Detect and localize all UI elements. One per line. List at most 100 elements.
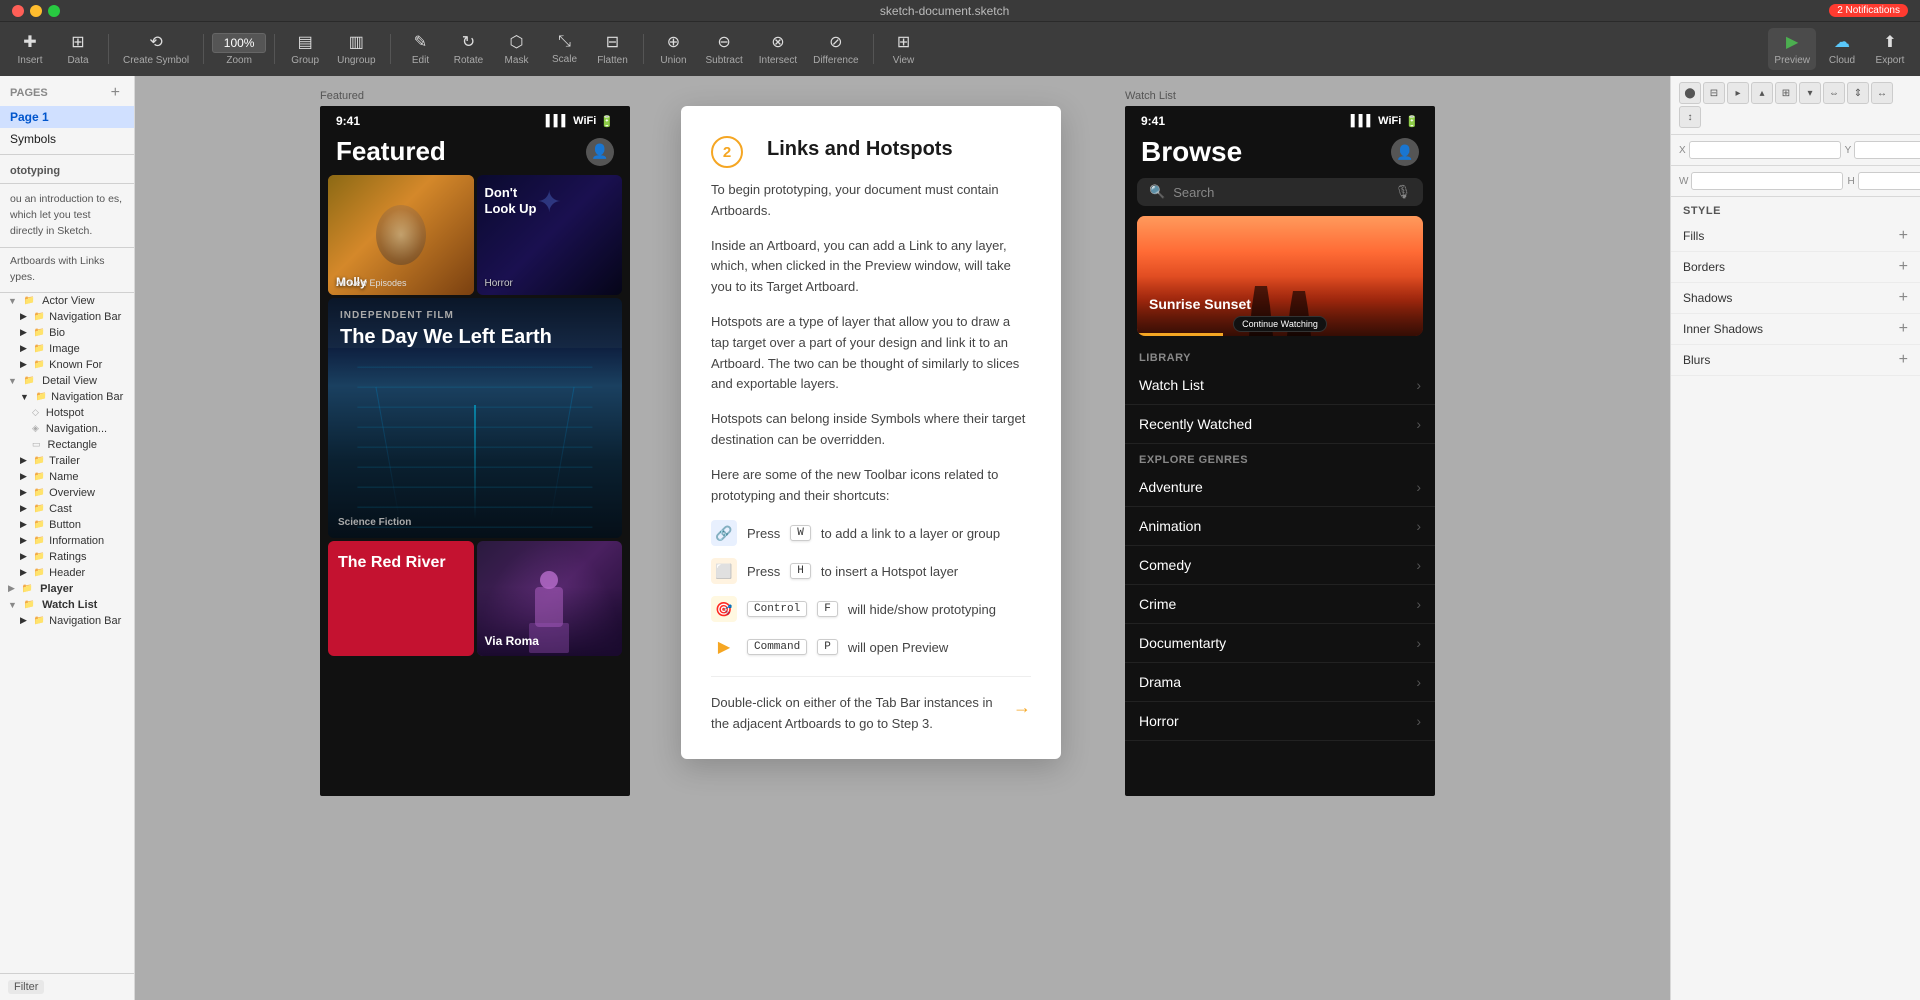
intersect-button[interactable]: ⊗ Intersect [753, 28, 803, 70]
flip-v-btn[interactable]: ↕ [1679, 106, 1701, 128]
filter-button[interactable]: Filter [8, 980, 44, 994]
wl-search-bar[interactable]: 🔍 Search 🎙 [1137, 178, 1423, 206]
hotspot-layer[interactable]: ◇ Hotspot [0, 405, 134, 421]
wl-genre-horror[interactable]: Horror › [1125, 702, 1435, 741]
actor-view-group[interactable]: ▼ 📁 Actor View [0, 293, 134, 309]
edit-icon: ✎ [414, 32, 427, 52]
group-button[interactable]: ▤ Group [283, 28, 327, 70]
blurs-row[interactable]: Blurs + [1671, 345, 1920, 376]
wl-genre-comedy[interactable]: Comedy › [1125, 546, 1435, 585]
data-button[interactable]: ⊞ Data [56, 28, 100, 70]
zoom-button[interactable] [48, 5, 60, 17]
inner-shadows-row[interactable]: Inner Shadows + [1671, 314, 1920, 345]
close-button[interactable] [12, 5, 24, 17]
scale-button[interactable]: ⤡ Scale [543, 29, 587, 69]
blurs-add-icon[interactable]: + [1899, 351, 1908, 369]
page-1-item[interactable]: Page 1 [0, 106, 134, 128]
dont-look-up-card[interactable]: ✦ Don'tLook Up Horror [477, 175, 623, 295]
information-layer[interactable]: ▶ 📁 Information [0, 533, 134, 549]
mask-button[interactable]: ⬡ Mask [495, 28, 539, 70]
borders-row[interactable]: Borders + [1671, 252, 1920, 283]
ratings-layer[interactable]: ▶ 📁 Ratings [0, 549, 134, 565]
symbols-page-item[interactable]: Symbols [0, 128, 134, 150]
align-top-btn[interactable]: ▴ [1751, 82, 1773, 104]
ungroup-button[interactable]: ▥ Ungroup [331, 28, 381, 70]
wl-genre-crime[interactable]: Crime › [1125, 585, 1435, 624]
fills-add-icon[interactable]: + [1899, 227, 1908, 245]
button-layer[interactable]: ▶ 📁 Button [0, 517, 134, 533]
bio-layer[interactable]: ▶ 📁 Bio [0, 325, 134, 341]
trailer-layer[interactable]: ▶ 📁 Trailer [0, 453, 134, 469]
navigation-item-layer[interactable]: ◈ Navigation... [0, 421, 134, 437]
y-input[interactable] [1854, 141, 1920, 159]
align-center-btn[interactable]: ⊟ [1703, 82, 1725, 104]
subtract-button[interactable]: ⊖ Subtract [700, 28, 749, 70]
red-river-card[interactable]: The Red River [328, 541, 474, 656]
cast-layer[interactable]: ▶ 📁 Cast [0, 501, 134, 517]
day-we-left-card[interactable]: INDEPENDENT FILM The Day We Left Earth S… [328, 298, 622, 538]
watchlist-nav-bar[interactable]: ▶ 📁 Navigation Bar [0, 613, 134, 629]
image-layer[interactable]: ▶ 📁 Image [0, 341, 134, 357]
preview-button[interactable]: ▶ Preview [1768, 28, 1816, 70]
distribute-v-btn[interactable]: ⇕ [1847, 82, 1869, 104]
union-button[interactable]: ⊕ Union [652, 28, 696, 70]
watchlist-group[interactable]: ▼ 📁 Watch List [0, 597, 134, 613]
shadows-row[interactable]: Shadows + [1671, 283, 1920, 314]
edit-button[interactable]: ✎ Edit [399, 28, 443, 70]
shadows-add-icon[interactable]: + [1899, 289, 1908, 307]
view-button[interactable]: ⊞ View [882, 28, 926, 70]
create-symbol-button[interactable]: ⟲ Create Symbol [117, 28, 195, 70]
align-bottom-btn[interactable]: ▾ [1799, 82, 1821, 104]
rotate-button[interactable]: ↻ Rotate [447, 28, 491, 70]
inner-shadows-add-icon[interactable]: + [1899, 320, 1908, 338]
player-group[interactable]: ▶ 📁 Player [0, 581, 134, 597]
overview-layer[interactable]: ▶ 📁 Overview [0, 485, 134, 501]
flatten-icon: ⊟ [606, 32, 619, 52]
via-roma-card[interactable]: Via Roma [477, 541, 623, 656]
x-input[interactable] [1689, 141, 1841, 159]
wl-genre-animation[interactable]: Animation › [1125, 507, 1435, 546]
align-left-btn[interactable]: ⬤ [1679, 82, 1701, 104]
add-page-button[interactable]: + [107, 84, 124, 102]
panel-title: Links and Hotspots [767, 134, 953, 161]
zoom-control[interactable]: Zoom [212, 33, 266, 66]
detail-view-group[interactable]: ▼ 📁 Detail View [0, 373, 134, 389]
wl-recently-watched-item[interactable]: Recently Watched › [1125, 405, 1435, 444]
difference-icon: ⊘ [829, 32, 842, 52]
wl-watchlist-item[interactable]: Watch List › [1125, 366, 1435, 405]
flip-h-btn[interactable]: ↔ [1871, 82, 1893, 104]
proto-links-intro: Artboards with Links ypes. [10, 255, 105, 283]
align-middle-btn[interactable]: ⊞ [1775, 82, 1797, 104]
notifications-badge[interactable]: 2 Notifications [1829, 4, 1908, 17]
wl-genre-adventure[interactable]: Adventure › [1125, 468, 1435, 507]
align-right-btn[interactable]: ▸ [1727, 82, 1749, 104]
group-icon: ▤ [298, 32, 313, 52]
next-arrow[interactable]: → [1013, 697, 1031, 718]
symbol-icon: ⟲ [149, 32, 162, 52]
molly-card[interactable]: Molly All-New Episodes [328, 175, 474, 295]
intersect-icon: ⊗ [771, 32, 784, 52]
minimize-button[interactable] [30, 5, 42, 17]
wl-chevron-comedy: › [1416, 557, 1421, 573]
nav-bar-detail[interactable]: ▼ 📁 Navigation Bar [0, 389, 134, 405]
known-for-layer[interactable]: ▶ 📁 Known For [0, 357, 134, 373]
insert-button[interactable]: ✚ Insert [8, 28, 52, 70]
wl-genre-drama[interactable]: Drama › [1125, 663, 1435, 702]
rectangle-layer[interactable]: ▭ Rectangle [0, 437, 134, 453]
h-input[interactable] [1858, 172, 1920, 190]
w-input[interactable] [1691, 172, 1843, 190]
header-layer[interactable]: ▶ 📁 Header [0, 565, 134, 581]
name-layer[interactable]: ▶ 📁 Name [0, 469, 134, 485]
flatten-button[interactable]: ⊟ Flatten [591, 28, 635, 70]
wl-genre-documentary[interactable]: Documentarty › [1125, 624, 1435, 663]
borders-add-icon[interactable]: + [1899, 258, 1908, 276]
difference-button[interactable]: ⊘ Difference [807, 28, 864, 70]
wl-continue-card[interactable]: Sunrise Sunset Continue Watching [1137, 216, 1423, 336]
export-button[interactable]: ⬆ Export [1868, 28, 1912, 70]
fills-row[interactable]: Fills + [1671, 221, 1920, 252]
zoom-input[interactable] [212, 33, 266, 53]
cloud-button[interactable]: ☁ Cloud [1820, 28, 1864, 70]
nav-bar-layer-1[interactable]: ▶ 📁 Navigation Bar [0, 309, 134, 325]
wl-wifi-icon: WiFi [1378, 115, 1401, 127]
distribute-h-btn[interactable]: ⇔ [1823, 82, 1845, 104]
